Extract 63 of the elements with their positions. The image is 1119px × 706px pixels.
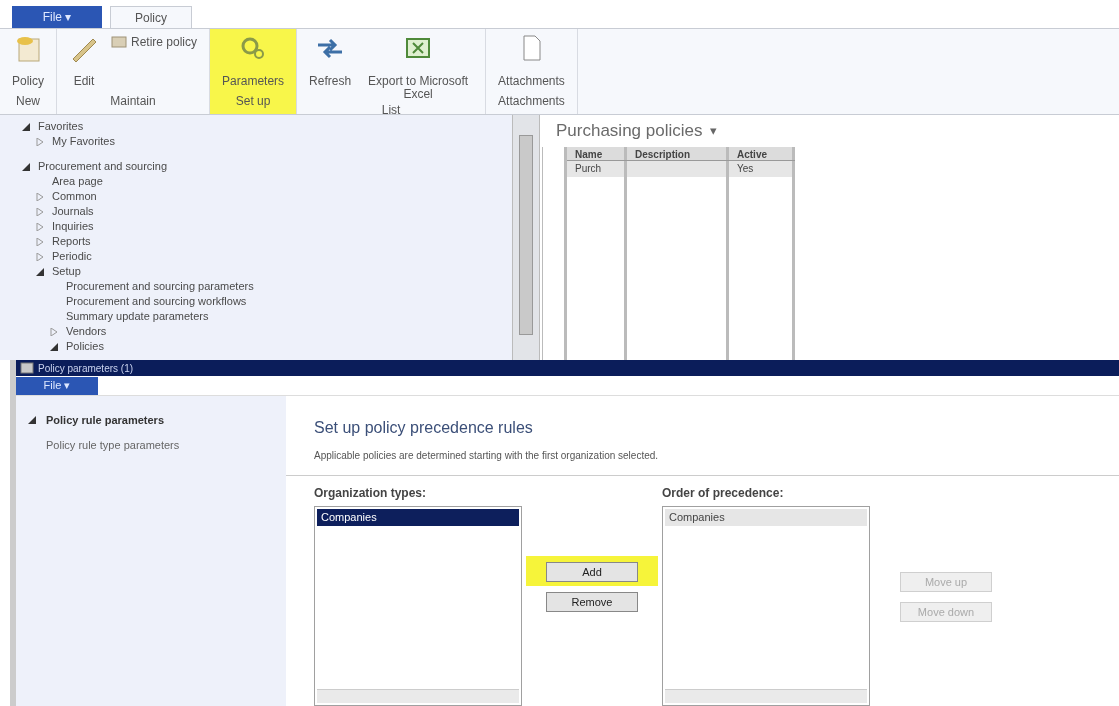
ribbon-small-button[interactable]: Retire policy [111,33,198,51]
nav-tree-item[interactable]: Procurement and sourcing [38,160,167,173]
ribbon-group-label: New [15,93,41,110]
dialog-button[interactable]: Remove [546,592,638,613]
nav-tree-item[interactable]: Journals [52,205,94,218]
window-icon [20,362,34,374]
list-label: Organization types: [314,485,427,502]
list-box[interactable]: Companies [662,506,870,706]
expanded-triangle-icon[interactable] [22,122,30,131]
nav-tree-item[interactable]: Favorites [38,120,84,133]
section-description: Applicable policies are determined starting with the first organization selected. [314,449,660,463]
document-stack-icon [111,35,127,49]
collapsed-triangle-icon[interactable] [36,137,44,146]
file-menu-tab[interactable]: File ▾ [16,376,98,395]
file-menu-tab[interactable]: File ▾ [12,6,102,28]
ribbon-group-label: Maintain [109,93,157,110]
table-cell: Yes [729,161,795,177]
horizontal-scrollbar[interactable] [317,689,519,703]
nav-tree-item[interactable]: Procurement and sourcing workflows [66,295,247,308]
ribbon-button[interactable]: Policy [12,33,44,88]
ribbon-button[interactable]: Attachments [498,33,565,88]
expanded-triangle-icon[interactable] [50,342,58,351]
ribbon-tab[interactable]: Policy [110,6,192,28]
nav-tree-item[interactable]: Area page [52,175,103,188]
nav-tree-item[interactable]: Inquiries [52,220,94,233]
collapsed-triangle-icon[interactable] [36,207,44,216]
ribbon-button[interactable]: Export to Microsoft Excel [363,33,474,101]
ribbon-group-label: Attachments [498,93,565,110]
nav-tree-item[interactable]: Procurement and sourcing parameters [66,280,254,293]
collapsed-triangle-icon[interactable] [50,327,58,336]
ribbon-button[interactable]: Parameters [222,33,285,88]
list-item[interactable]: Companies [665,509,867,526]
ribbon-button[interactable]: Edit [69,33,99,88]
dialog-button[interactable]: Add [546,562,638,583]
dialog-nav-item[interactable]: Policy rule parameters [46,412,164,429]
expanded-triangle-icon[interactable] [22,162,30,171]
vertical-scrollbar[interactable] [512,115,540,360]
list-label: Order of precedence: [662,485,785,502]
ribbon-group-label: List [380,102,402,119]
list-box[interactable]: Companies [314,506,522,706]
horizontal-scrollbar[interactable] [665,689,867,703]
nav-tree-item[interactable]: Vendors [66,325,107,338]
nav-tree-item[interactable]: Common [52,190,97,203]
window-title: Policy parameters (1) [38,361,134,376]
title-menu-glyph[interactable]: ▾ [710,121,718,141]
collapsed-triangle-icon[interactable] [36,252,44,261]
nav-tree-item[interactable]: Policies [66,340,104,353]
collapsed-triangle-icon[interactable] [36,237,44,246]
list-item[interactable]: Companies [317,509,519,526]
table-cell: Purch [567,161,627,177]
nav-tree-item[interactable]: My Favorites [52,135,115,148]
ribbon-group-label: Set up [234,93,272,110]
section-heading: Set up policy precedence rules [314,418,534,438]
expanded-triangle-icon[interactable] [36,267,44,276]
collapsed-triangle-icon[interactable] [36,192,44,201]
nav-tree-item[interactable]: Summary update parameters [66,310,209,323]
list-page-title: Purchasing policies [556,120,703,143]
collapsed-triangle-icon[interactable] [36,222,44,231]
nav-tree-item[interactable]: Periodic [52,250,92,263]
nav-tree-item[interactable]: Setup [52,265,81,278]
ribbon-button[interactable]: Refresh [309,33,352,88]
nav-tree-item[interactable]: Reports [52,235,91,248]
dialog-nav-item[interactable]: Policy rule type parameters [46,436,180,453]
